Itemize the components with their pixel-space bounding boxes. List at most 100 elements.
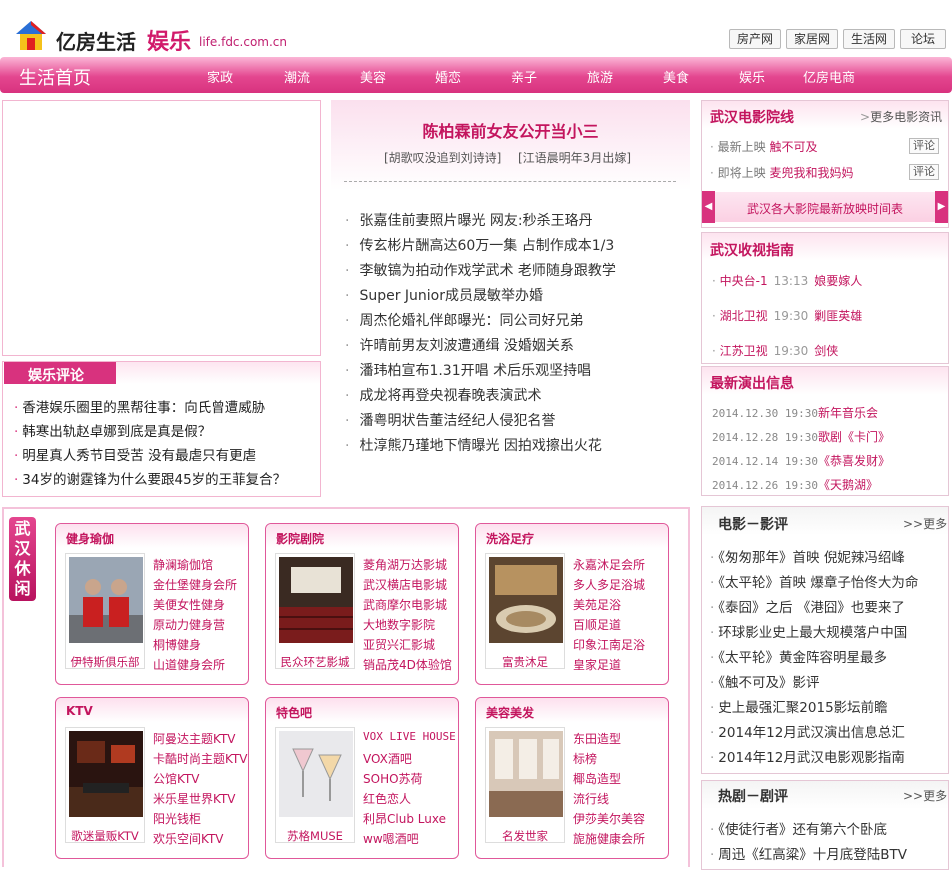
commentary-item[interactable]: · 香港娱乐圈里的黑帮往事：向氏曾遭威胁 [14,396,265,416]
nav-item-chaoliu[interactable]: 潮流 [267,67,327,86]
schedule-link[interactable]: 武汉各大影院最新放映时间表 [702,200,948,217]
card-caption[interactable]: 民众环艺影城 [275,654,355,670]
card-link[interactable]: 皇家足道 [573,656,621,673]
tv-row[interactable]: · 湖北卫视 19:30 剿匪英雄 [712,307,862,324]
card-link[interactable]: SOHO苏荷 [363,770,423,787]
drama-more-link[interactable]: >>更多 [903,787,947,804]
card-link[interactable]: 伊莎美尔美容 [573,810,645,827]
commentary-item[interactable]: · 34岁的谢霆锋为什么要跟45岁的王菲复合？ [14,468,286,488]
card-caption[interactable]: 歌迷量贩KTV [65,828,145,844]
film-review-item[interactable]: · 2014年12月武汉电影观影指南 [710,746,905,766]
card-link[interactable]: 印象江南足浴 [573,636,645,653]
card-link[interactable]: 原动力健身营 [153,616,225,633]
card-link[interactable]: 阿曼达主题KTV [153,730,235,747]
news-item[interactable]: · 潘玮柏宣布1.31开唱 术后乐观坚持唱 [345,360,591,380]
nav-item-lvyou[interactable]: 旅游 [570,67,630,86]
card-thumbnail[interactable] [485,727,565,843]
card-link[interactable]: 亚贸兴汇影城 [363,636,435,653]
card-link[interactable]: 卡酷时尚主题KTV [153,750,247,767]
show-row[interactable]: 2014.12.28 19:30歌剧《卡门》 [712,428,890,445]
card-link[interactable]: 武汉横店电影城 [363,576,447,593]
headline-title[interactable]: 陈柏霖前女友公开当小三 [331,118,690,142]
card-link[interactable]: VOX LIVE HOUSE [363,730,456,743]
card-link[interactable]: 公馆KTV [153,770,199,787]
news-item[interactable]: · 李敏镐为拍动作戏学武术 老师随身跟教学 [345,260,616,280]
card-caption[interactable]: 富贵沐足 [485,654,565,670]
film-review-item[interactable]: · 史上最强汇聚2015影坛前瞻 [710,696,888,716]
news-item[interactable]: · 潘粤明状告董洁经纪人侵犯名誉 [345,410,555,430]
card-link[interactable]: 静澜瑜伽馆 [153,556,213,573]
show-row[interactable]: 2014.12.30 19:30新年音乐会 [712,404,878,421]
nav-home-link[interactable]: 生活首页 [19,64,91,90]
film-review-item[interactable]: · 2014年12月武汉演出信息总汇 [710,721,905,741]
drama-item[interactable]: · 周迅《红高粱》十月底登陆BTV [710,843,907,863]
news-item[interactable]: · 张嘉佳前妻照片曝光 网友:秒杀王珞丹 [345,210,593,230]
news-item[interactable]: · 杜淳熊乃瑾地下情曝光 因拍戏擦出火花 [345,435,602,455]
film-review-item[interactable]: · 《太平轮》黄金阵容明星最多 [710,646,887,666]
tv-row[interactable]: · 中央台-1 13:13 娘要嫁人 [712,272,862,289]
headline-sub-link-2[interactable]: [江语晨明年3月出嫁] [518,149,631,166]
drama-item[interactable]: · 《使徒行者》还有第六个卧底 [710,818,887,838]
film-review-item[interactable]: · 《触不可及》影评 [710,671,820,691]
cinema-film-link[interactable]: 触不可及 [770,140,818,154]
nav-item-hunlian[interactable]: 婚恋 [418,67,478,86]
top-link-fangchan[interactable]: 房产网 [729,29,781,49]
card-caption[interactable]: 伊特斯俱乐部 [65,654,145,670]
news-item[interactable]: · 周杰伦婚礼伴郎曝光：同公司好兄弟 [345,310,583,330]
card-thumbnail[interactable] [275,727,355,843]
nav-item-qinzi[interactable]: 亲子 [494,67,554,86]
card-link[interactable]: 百顺足道 [573,616,621,633]
news-item[interactable]: · 成龙将再登央视春晚表演武术 [345,385,541,405]
nav-item-dianshang[interactable]: 亿房电商 [799,67,859,86]
show-row[interactable]: 2014.12.26 19:30《天鹅湖》 [712,476,878,493]
cinema-more-link[interactable]: >更多电影资讯 [860,108,942,125]
news-item[interactable]: · Super Junior成员晟敏举办婚 [345,285,543,305]
card-link[interactable]: 大地数字影院 [363,616,435,633]
card-link[interactable]: ww嗯酒吧 [363,830,419,847]
nav-item-meirong[interactable]: 美容 [343,67,403,86]
top-link-jiaju[interactable]: 家居网 [786,29,838,49]
film-review-item[interactable]: · 《匆匆那年》首映 倪妮辣冯绍峰 [710,546,905,566]
comment-button[interactable]: 评论 [909,138,939,154]
nav-item-yule[interactable]: 娱乐 [722,67,782,86]
card-link[interactable]: 销品茂4D体验馆 [363,656,452,673]
news-item[interactable]: · 许晴前男友刘波遭通缉 没婚姻关系 [345,335,574,355]
news-item[interactable]: · 传玄彬片酬高达60万一集 占制作成本1/3 [345,235,614,255]
cinema-film-link[interactable]: 麦兜我和我妈妈 [770,166,854,180]
card-link[interactable]: 金仕堡健身会所 [153,576,237,593]
card-link[interactable]: 菱角湖万达影城 [363,556,447,573]
card-link[interactable]: 多人多足浴城 [573,576,645,593]
card-thumbnail[interactable] [485,553,565,669]
top-link-shenghuo[interactable]: 生活网 [843,29,895,49]
card-link[interactable]: 利昂Club Luxe [363,810,446,827]
headline-sub-link-1[interactable]: [胡歌叹没追到刘诗诗] [384,149,501,166]
card-link[interactable]: 东田造型 [573,730,621,747]
card-link[interactable]: 红色恋人 [363,790,411,807]
card-link[interactable]: 山道健身会所 [153,656,225,673]
card-link[interactable]: 桐博健身 [153,636,201,653]
film-review-item[interactable]: · 《泰囧》之后 《港囧》也要来了 [710,596,905,616]
show-row[interactable]: 2014.12.14 19:30《恭喜发财》 [712,452,890,469]
card-link[interactable]: 椰岛造型 [573,770,621,787]
top-link-luntan[interactable]: 论坛 [900,29,946,49]
tv-row[interactable]: · 江苏卫视 19:30 剑侠 [712,342,838,359]
card-caption[interactable]: 名发世家 [485,828,565,844]
card-link[interactable]: VOX酒吧 [363,750,412,767]
film-review-more-link[interactable]: >>更多 [903,515,947,532]
comment-button[interactable]: 评论 [909,164,939,180]
nav-item-meishi[interactable]: 美食 [646,67,706,86]
card-link[interactable]: 武商摩尔电影城 [363,596,447,613]
card-thumbnail[interactable] [65,553,145,669]
film-review-item[interactable]: · 环球影业史上最大规模落户中国 [710,621,907,641]
film-review-item[interactable]: · 《太平轮》首映 爆章子怡佟大为命 [710,571,918,591]
card-link[interactable]: 标榜 [573,750,597,767]
card-link[interactable]: 流行线 [573,790,609,807]
card-caption[interactable]: 苏格MUSE [275,828,355,844]
card-link[interactable]: 米乐星世界KTV [153,790,235,807]
card-link[interactable]: 旎施健康会所 [573,830,645,847]
card-link[interactable]: 美便女性健身 [153,596,225,613]
commentary-item[interactable]: · 韩寒出轨赵卓娜到底是真是假？ [14,420,211,440]
card-link[interactable]: 欢乐空间KTV [153,830,223,847]
commentary-item[interactable]: · 明星真人秀节目受苦 没有最虐只有更虐 [14,444,256,464]
card-thumbnail[interactable] [275,553,355,669]
